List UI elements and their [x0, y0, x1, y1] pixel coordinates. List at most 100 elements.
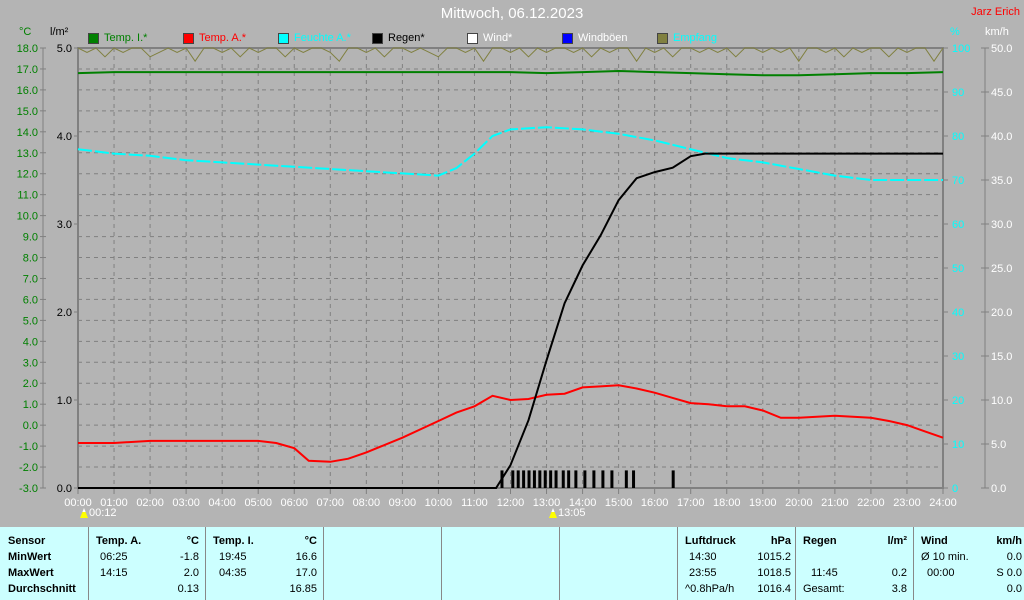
- x-tick-label: 16:00: [641, 497, 669, 509]
- wind-tick-label: 35.0: [991, 175, 1012, 187]
- temp-tick-label: -2.0: [19, 462, 38, 474]
- rain-tick-label: 3.0: [57, 219, 72, 231]
- x-tick-label: 21:00: [821, 497, 849, 509]
- temp-a-min-time: 06:25: [100, 551, 128, 563]
- rain-bar: [632, 470, 636, 488]
- temp-tick-label: 0.0: [23, 420, 38, 432]
- legend-swatch: [372, 32, 383, 44]
- rain-tick-label: 4.0: [57, 131, 72, 143]
- temp-tick-label: 14.0: [17, 127, 38, 139]
- moon-event: 00:12: [80, 507, 117, 519]
- x-tick-label: 06:00: [280, 497, 308, 509]
- x-tick-label: 20:00: [785, 497, 813, 509]
- legend-item: Empfang: [657, 31, 717, 45]
- rain-header: Regen: [803, 535, 837, 547]
- wind-tick-label: 0.0: [991, 483, 1006, 495]
- x-tick-label: 17:00: [677, 497, 705, 509]
- legend-item: Wind*: [467, 31, 512, 45]
- wind-max-time: 00:00: [927, 567, 955, 579]
- temp-tick-label: 3.0: [23, 357, 38, 369]
- temp-tick-label: 5.0: [23, 315, 38, 327]
- legend-label: Empfang: [673, 32, 718, 44]
- empty-column: [559, 527, 677, 600]
- humidity-tick-label: 30: [952, 351, 964, 363]
- temp-i-header: Temp. I.: [213, 535, 254, 547]
- rain-unit: l/m²: [887, 535, 907, 547]
- rain-bar: [574, 470, 578, 488]
- temp-tick-label: -1.0: [19, 441, 38, 453]
- rain-max: 0.2: [891, 567, 907, 579]
- wind-tick-label: 45.0: [991, 87, 1012, 99]
- rain-bar: [532, 470, 536, 488]
- humidity-axis-unit: %: [950, 26, 960, 38]
- rain-total-label: Gesamt:: [803, 583, 845, 595]
- wind-tick-label: 10.0: [991, 395, 1012, 407]
- x-tick-label: 22:00: [857, 497, 885, 509]
- x-tick-label: 23:00: [893, 497, 921, 509]
- x-tick-label: 02:00: [136, 497, 164, 509]
- wind-unit: km/h: [996, 535, 1022, 547]
- wind-axis-unit: km/h: [985, 26, 1009, 38]
- humidity-tick-label: 80: [952, 131, 964, 143]
- legend-label: Regen*: [388, 32, 425, 44]
- sensor-column: Sensor MinWert MaxWert Durchschnitt: [0, 527, 88, 600]
- rain-bar: [543, 470, 547, 488]
- temp-i-min: 16.6: [295, 551, 317, 563]
- row-header-avg: Durchschnitt: [8, 583, 76, 595]
- humidity-tick-label: 60: [952, 219, 964, 231]
- legend-item: Temp. I.*: [88, 31, 147, 45]
- temp-i-max-time: 04:35: [219, 567, 247, 579]
- temp-a-avg: 0.13: [177, 583, 199, 595]
- wind-tick-label: 20.0: [991, 307, 1012, 319]
- rain-tick-label: 0.0: [57, 483, 72, 495]
- x-tick-label: 24:00: [929, 497, 957, 509]
- pressure-avg: 1016.4: [757, 583, 791, 595]
- x-tick-label: 18:00: [713, 497, 741, 509]
- legend-swatch: [657, 32, 668, 44]
- temp-tick-label: 11.0: [17, 190, 38, 202]
- rain-bar: [516, 470, 520, 488]
- moonset-icon: [549, 508, 557, 518]
- legend-label: Temp. I.*: [104, 32, 148, 44]
- stats-table: Sensor MinWert MaxWert Durchschnitt Temp…: [0, 527, 1024, 600]
- x-tick-label: 10:00: [425, 497, 453, 509]
- rain-bar: [522, 470, 526, 488]
- moon-event-time: 00:12: [89, 507, 117, 519]
- legend-item: Regen*: [372, 31, 425, 45]
- wind-tick-label: 30.0: [991, 219, 1012, 231]
- humidity-tick-label: 20: [952, 395, 964, 407]
- temp-tick-label: -3.0: [19, 483, 38, 495]
- rain-bar: [583, 470, 587, 488]
- humidity-tick-label: 70: [952, 175, 964, 187]
- x-tick-label: 19:00: [749, 497, 777, 509]
- temp-a-unit: °C: [186, 535, 199, 547]
- wind-tick-label: 40.0: [991, 131, 1012, 143]
- legend-label: Wind*: [483, 32, 513, 44]
- rain-bar: [500, 470, 504, 488]
- temp-i-avg: 16.85: [289, 583, 317, 595]
- legend-label: Feuchte A.*: [294, 32, 351, 44]
- rain-bar: [527, 470, 531, 488]
- legend-label: Temp. A.*: [199, 32, 247, 44]
- rain-max-time: 11:45: [811, 567, 838, 579]
- rain-tick-label: 2.0: [57, 307, 72, 319]
- rain-column: Regen l/m² 11:45 0.2 Gesamt: 3.8: [795, 527, 913, 600]
- temp-tick-label: 15.0: [17, 106, 38, 118]
- temp-tick-label: 9.0: [23, 232, 38, 244]
- legend-swatch: [88, 32, 99, 44]
- temp-tick-label: 17.0: [17, 64, 38, 76]
- temp-a-header: Temp. A.: [96, 535, 142, 547]
- temp-tick-label: 4.0: [23, 336, 38, 348]
- temp-tick-label: 2.0: [23, 378, 38, 390]
- empty-column: [441, 527, 559, 600]
- rain-bar: [671, 470, 675, 488]
- pressure-max: 1018.5: [757, 567, 791, 579]
- wind-tick-label: 50.0: [991, 43, 1012, 55]
- author-label: Jarz Erich: [971, 6, 1020, 18]
- temp-axis-unit: °C: [19, 26, 32, 38]
- rain-bar: [561, 470, 565, 488]
- rain-bar: [592, 470, 596, 488]
- rain-total: 3.8: [891, 583, 907, 595]
- temp-tick-label: 10.0: [17, 211, 38, 223]
- wind-tick-label: 5.0: [991, 439, 1006, 451]
